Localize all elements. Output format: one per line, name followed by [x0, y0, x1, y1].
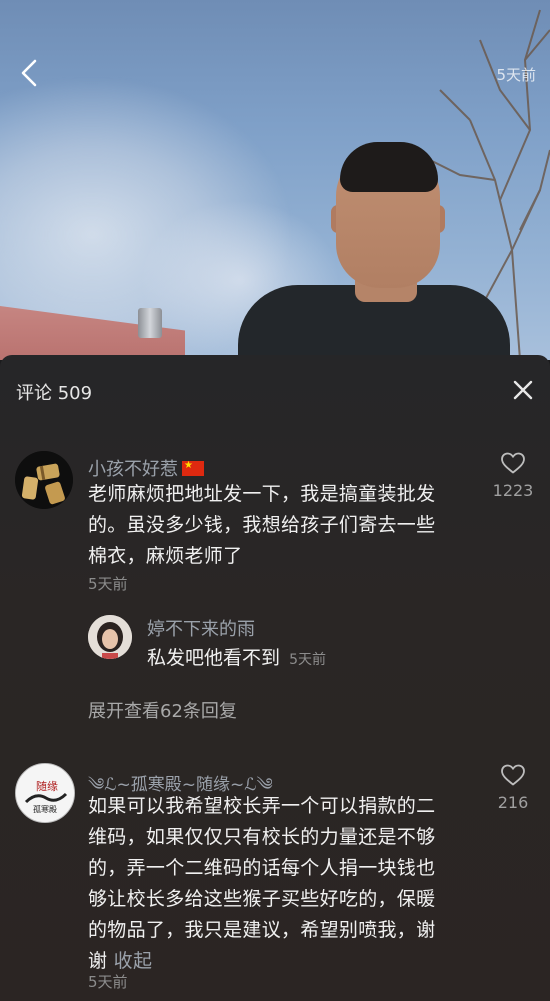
avatar[interactable]: 随缘 孤寒殿	[15, 763, 75, 823]
like-button[interactable]: 1223	[483, 451, 543, 500]
avatar-text: 随缘	[36, 779, 58, 793]
video-time: 5天前	[496, 66, 536, 84]
close-button[interactable]	[510, 377, 536, 403]
chimney	[138, 308, 162, 338]
like-button[interactable]: 216	[483, 763, 543, 812]
china-flag-icon: ★	[182, 460, 204, 476]
expand-replies-button[interactable]: 展开查看62条回复	[88, 697, 237, 723]
comments-title-label: 评论	[16, 383, 52, 404]
reply-username[interactable]: 婷不下来的雨	[147, 615, 255, 641]
avatar-image: 随缘 孤寒殿	[16, 764, 74, 822]
person-hair	[340, 142, 438, 192]
reply-avatar-image	[88, 615, 132, 659]
reply-body: 私发吧他看不到 5天前	[147, 643, 326, 670]
comments-count: 509	[57, 383, 93, 404]
reply-avatar[interactable]	[88, 615, 132, 659]
comments-panel: 评论 509 小孩不好惹 ★ 老师麻烦把地址发一下，我是搞童装批发 的。虽没多少钱…	[0, 355, 550, 1001]
video-frame[interactable]	[0, 0, 550, 360]
back-button[interactable]	[12, 56, 46, 90]
close-icon	[513, 380, 533, 400]
comment-item: 随缘 孤寒殿 ༄ℒ~孤寒殿~随缘~ℒ༄ 如果可以我希望校长弄一个可以捐款的二 维…	[0, 757, 550, 1001]
reply-time: 5天前	[289, 652, 327, 668]
comment-text: 老师麻烦把地址发一下，我是搞童装批发 的。虽没多少钱，我想给孩子们寄去一些 棉衣…	[88, 483, 436, 567]
comment-username[interactable]: 小孩不好惹 ★	[88, 455, 204, 481]
heart-icon	[501, 764, 525, 786]
heart-icon	[501, 452, 525, 474]
comments-title: 评论 509	[16, 379, 92, 405]
collapse-button[interactable]: 收起	[114, 950, 153, 972]
comments-header: 评论 509	[0, 355, 550, 427]
comment-time: 5天前	[88, 575, 128, 593]
comment-time: 5天前	[88, 973, 128, 991]
like-count: 216	[497, 793, 529, 812]
chevron-left-icon	[21, 59, 37, 87]
comment-text: 如果可以我希望校长弄一个可以捐款的二 维码，如果仅仅只有校长的力量还是不够 的，…	[88, 795, 436, 972]
reply-text: 私发吧他看不到	[147, 647, 281, 669]
avatar-image	[15, 451, 73, 509]
comment-item: 小孩不好惹 ★ 老师麻烦把地址发一下，我是搞童装批发 的。虽没多少钱，我想给孩子们…	[0, 447, 550, 737]
avatar[interactable]	[15, 451, 73, 509]
like-count: 1223	[492, 481, 534, 500]
avatar-subtext: 孤寒殿	[33, 804, 57, 814]
